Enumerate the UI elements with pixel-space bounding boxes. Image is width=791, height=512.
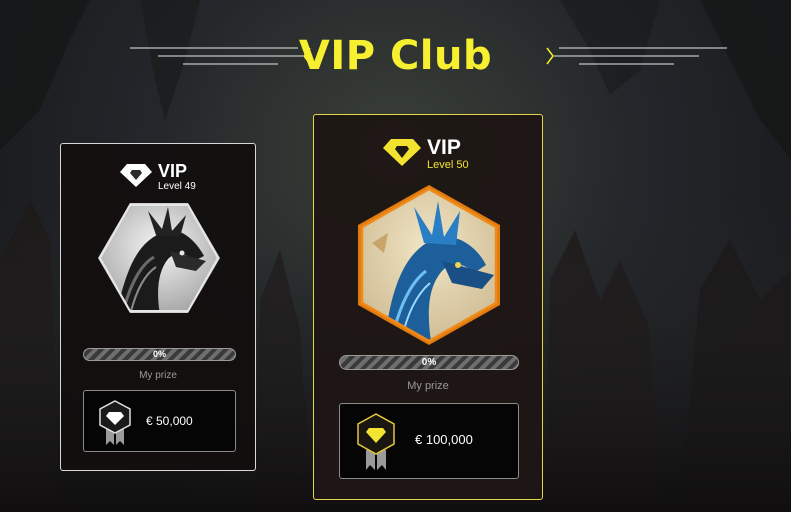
prize-badge-icon [99,400,131,445]
diamond-icon [383,139,421,166]
prize-badge-icon [357,413,395,470]
level-progress-bar: 0% [339,355,519,370]
vip-level-card[interactable]: VIP Level 49 0% My prize € 50,000 [60,143,256,471]
progress-text: 0% [152,349,166,359]
vip-label: VIP [427,136,461,159]
my-prize-label: My prize [407,380,449,392]
vip-club-header: VIP Club [0,28,791,84]
prize-box[interactable]: € 100,000 [339,403,519,479]
prize-amount: € 50,000 [146,414,193,428]
prize-box[interactable]: € 50,000 [83,390,236,452]
vip-heading: VIP Level 49 [119,162,196,192]
prize-amount: € 100,000 [415,432,473,447]
title-decoration-right [546,47,727,65]
dragon-avatar [358,185,500,345]
vip-level-card-current[interactable]: VIP Level 50 0% My prize € 100,000 [313,114,543,500]
my-prize-label: My prize [139,370,177,381]
level-progress-bar: 0% [83,348,236,361]
diamond-icon [120,164,152,187]
vip-label: VIP [158,161,188,181]
vip-level: Level 49 [158,181,196,192]
vip-level: Level 50 [427,159,469,171]
vip-heading: VIP Level 50 [382,137,469,171]
progress-text: 0% [421,357,437,368]
dragon-avatar [98,203,220,313]
